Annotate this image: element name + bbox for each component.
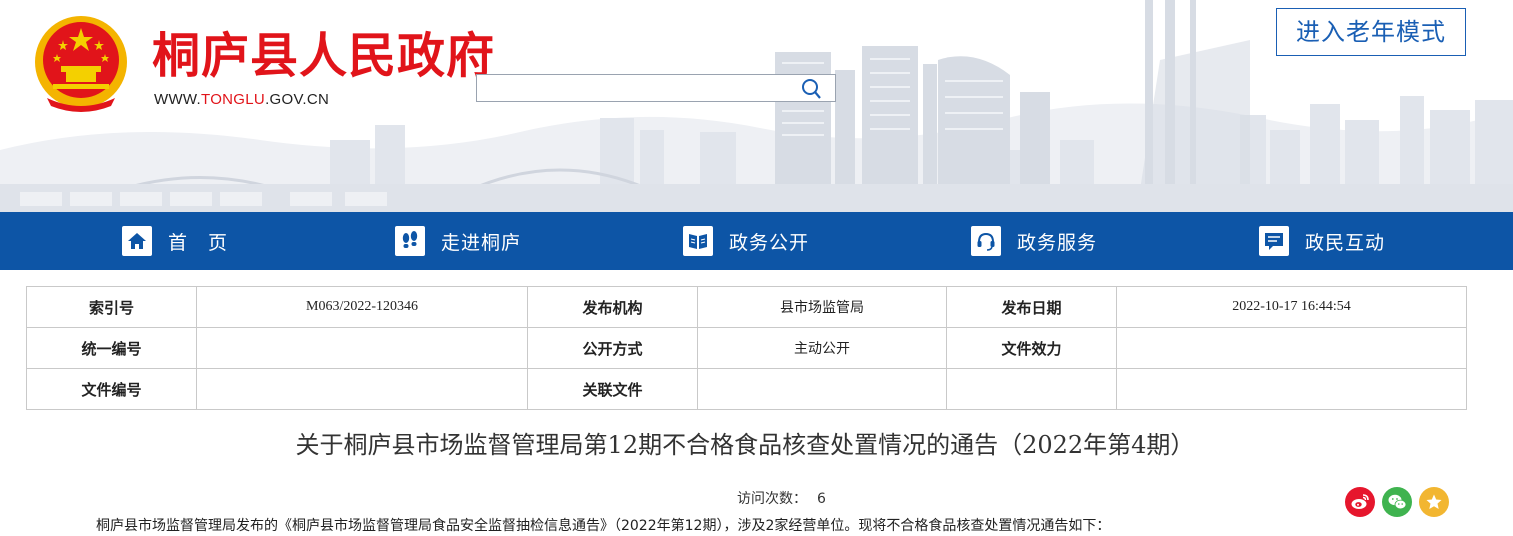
nav-label: 首 页 <box>168 231 229 254</box>
table-row: 索引号 M063/2022-120346 发布机构 县市场监管局 发布日期 20… <box>26 286 1467 328</box>
message-icon <box>1259 226 1289 256</box>
table-row: 文件编号 关联文件 <box>26 368 1467 410</box>
share-bar <box>1345 487 1449 517</box>
nav-label: 政民互动 <box>1305 231 1386 254</box>
search-button[interactable] <box>799 78 825 100</box>
share-weibo-button[interactable] <box>1345 487 1375 517</box>
meta-value-disclosure-method: 主动公开 <box>697 327 947 369</box>
home-icon <box>122 226 152 256</box>
nav-label: 政务公开 <box>729 231 810 254</box>
book-icon <box>683 226 713 256</box>
url-prefix: WWW. <box>154 91 202 108</box>
url-suffix: .GOV.CN <box>265 91 330 108</box>
visit-counter: 访问次数： 6 <box>737 489 826 509</box>
site-header: 桐庐县人民政府 WWW.TONGLU.GOV.CN 进入老年模式 <box>0 0 1513 212</box>
share-wechat-button[interactable] <box>1382 487 1412 517</box>
star-icon <box>1426 494 1442 509</box>
site-url: WWW.TONGLU.GOV.CN <box>154 90 329 110</box>
meta-value-related-files[interactable] <box>697 368 947 410</box>
meta-key-empty <box>946 368 1117 410</box>
document-meta-table: 索引号 M063/2022-120346 发布机构 县市场监管局 发布日期 20… <box>26 286 1467 410</box>
meta-value-empty <box>1116 368 1467 410</box>
meta-value-publisher: 县市场监管局 <box>697 286 947 328</box>
headset-icon <box>971 226 1001 256</box>
meta-key-publisher: 发布机构 <box>527 286 698 328</box>
meta-key-index: 索引号 <box>26 286 197 328</box>
meta-key-validity: 文件效力 <box>946 327 1117 369</box>
table-row: 统一编号 公开方式 主动公开 文件效力 <box>26 327 1467 369</box>
meta-key-related-files: 关联文件 <box>527 368 698 410</box>
nav-label: 政务服务 <box>1017 231 1098 254</box>
national-emblem-logo <box>35 16 127 112</box>
wechat-icon <box>1388 494 1407 510</box>
nav-item-gov-service[interactable]: 政务服务 <box>971 212 1097 270</box>
nav-item-interaction[interactable]: 政民互动 <box>1259 212 1385 270</box>
meta-value-publish-date: 2022-10-17 16:44:54 <box>1116 286 1467 328</box>
visits-count: 6 <box>817 491 826 507</box>
meta-value-document-number <box>196 368 528 410</box>
main-nav: 首 页 走进桐庐 政务公开 政务服务 政民互动 <box>0 212 1513 270</box>
visits-label: 访问次数： <box>737 491 807 507</box>
search-icon <box>802 79 821 99</box>
meta-value-unified-number <box>196 327 528 369</box>
nav-item-about[interactable]: 走进桐庐 <box>395 212 521 270</box>
search-box <box>476 74 836 102</box>
nav-item-gov-open[interactable]: 政务公开 <box>683 212 809 270</box>
meta-value-index: M063/2022-120346 <box>196 286 528 328</box>
elder-mode-button[interactable]: 进入老年模式 <box>1276 8 1466 56</box>
meta-key-disclosure-method: 公开方式 <box>527 327 698 369</box>
article-title: 关于桐庐县市场监督管理局第12期不合格食品核查处置情况的通告（2022年第4期） <box>295 431 1195 459</box>
site-title: 桐庐县人民政府 <box>152 28 496 84</box>
article-intro-paragraph: 桐庐县市场监督管理局发布的《桐庐县市场监督管理局食品安全监督抽检信息通告》（20… <box>96 518 1111 534</box>
nav-item-home[interactable]: 首 页 <box>122 212 228 270</box>
meta-key-unified-number: 统一编号 <box>26 327 197 369</box>
weibo-icon <box>1351 494 1369 509</box>
url-highlight: TONGLU <box>201 91 266 108</box>
footprints-icon <box>395 226 425 256</box>
nav-label: 走进桐庐 <box>441 231 522 254</box>
meta-value-validity <box>1116 327 1467 369</box>
search-input[interactable] <box>477 75 787 101</box>
meta-key-document-number: 文件编号 <box>26 368 197 410</box>
meta-key-publish-date: 发布日期 <box>946 286 1117 328</box>
favorite-button[interactable] <box>1419 487 1449 517</box>
